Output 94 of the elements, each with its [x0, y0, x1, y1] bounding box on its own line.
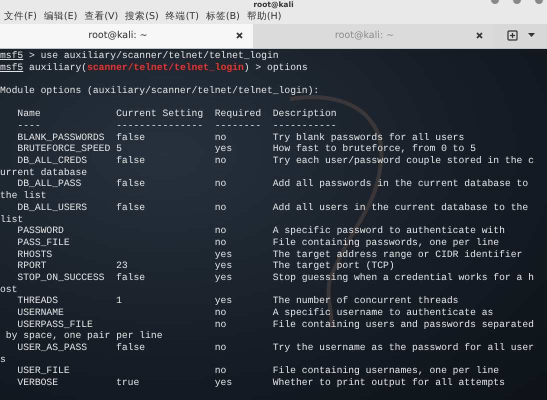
- section-heading: Module options (auxiliary/scanner/telnet/telnet_login):: [0, 84, 320, 97]
- menu-item[interactable]: 终端(T): [166, 10, 199, 24]
- caret-icon[interactable]: [528, 33, 535, 38]
- option-setting: true: [116, 377, 140, 388]
- option-description: Stop guessing when a credential works for a h: [272, 272, 534, 283]
- option-required: no: [214, 132, 226, 143]
- option-required: no: [214, 178, 226, 190]
- option-name: USER_AS_PASS: [17, 342, 88, 354]
- option-name: STOP_ON_SUCCESS: [17, 272, 104, 283]
- menu-item[interactable]: 帮助(H): [246, 10, 282, 24]
- option-setting: 23: [116, 260, 128, 272]
- option-required: yes: [214, 295, 232, 306]
- option-description: File containing users and passwords separated: [272, 318, 534, 330]
- option-name: RHOSTS: [17, 248, 52, 260]
- description-continuation: by space, one pair per line: [4, 330, 163, 342]
- column-header: Required: [214, 108, 262, 120]
- option-description: Whether to print output for all attempts: [272, 377, 505, 388]
- minimize-button[interactable]: [491, 0, 499, 6]
- option-name: BRUTEFORCE_SPEED: [17, 143, 110, 154]
- option-description: The target port (TCP): [272, 260, 395, 272]
- menu-item[interactable]: 标签(B): [206, 10, 240, 24]
- option-description: File containing usernames, one per line: [272, 365, 500, 376]
- option-description: Add all passwords in the current database to: [272, 178, 528, 190]
- option-required: yes: [214, 377, 232, 388]
- description-continuation: the list: [0, 190, 46, 202]
- menu-item[interactable]: 文件(F): [4, 10, 37, 24]
- header-rule: -----------: [272, 120, 337, 132]
- option-name: THREADS: [17, 295, 58, 306]
- new-tab-icon[interactable]: [507, 30, 518, 42]
- option-setting: false: [116, 342, 146, 354]
- column-header: Description: [272, 108, 337, 120]
- option-name: DB_ALL_CREDS: [17, 155, 88, 166]
- description-continuation: list: [0, 214, 24, 226]
- option-name: DB_ALL_PASS: [17, 178, 82, 190]
- header-rule: --------: [214, 120, 262, 132]
- description-continuation: s: [0, 354, 6, 366]
- option-required: no: [214, 225, 226, 236]
- option-required: no: [214, 236, 226, 248]
- option-description: The target address range or CIDR identifier: [272, 248, 522, 260]
- option-description: The number of concurrent threads: [272, 295, 458, 306]
- column-header: Current Setting: [116, 108, 204, 120]
- maximize-button[interactable]: [513, 0, 521, 6]
- option-description: A specific password to authenticate with: [272, 225, 505, 236]
- module-name: scanner/telnet/telnet_login: [87, 62, 244, 74]
- option-description: How fast to bruteforce, from 0 to 5: [272, 143, 476, 154]
- option-name: BLANK_PASSWORDS: [17, 132, 104, 143]
- option-required: no: [214, 202, 226, 213]
- option-setting: false: [116, 202, 146, 213]
- option-name: RPORT: [17, 260, 46, 272]
- option-description: Try each user/password couple stored in the c: [272, 155, 534, 166]
- command-text: > use auxiliary/scanner/telnet/telnet_login: [28, 50, 279, 62]
- description-continuation: urrent database: [0, 166, 88, 178]
- option-required: yes: [214, 260, 232, 272]
- tab[interactable]: root@kali: ~: [0, 24, 253, 48]
- menu-item[interactable]: 查看(V): [84, 10, 118, 24]
- column-header: Name: [17, 108, 41, 120]
- option-name: USERPASS_FILE: [17, 318, 93, 330]
- command-text: ) > options: [244, 62, 308, 74]
- option-description: Try the username as the password for all user: [272, 342, 534, 354]
- option-setting: false: [116, 155, 146, 166]
- option-required: yes: [214, 143, 232, 154]
- option-required: yes: [214, 248, 232, 260]
- option-required: yes: [214, 272, 232, 283]
- option-setting: 5: [116, 143, 122, 154]
- prompt-label: msf5: [0, 50, 24, 62]
- close-icon[interactable]: [476, 32, 483, 40]
- option-setting: false: [116, 272, 146, 283]
- option-setting: false: [116, 178, 146, 190]
- option-description: Add all users in the current database to the: [272, 202, 528, 213]
- option-name: PASS_FILE: [17, 236, 70, 248]
- option-setting: 1: [116, 295, 122, 306]
- option-required: no: [214, 318, 226, 330]
- option-name: USER_FILE: [17, 365, 70, 376]
- option-name: DB_ALL_USERS: [17, 202, 88, 213]
- description-continuation: ost: [0, 284, 18, 296]
- close-icon[interactable]: [236, 32, 243, 40]
- header-rule: ----: [17, 120, 41, 132]
- option-description: File containing passwords, one per line: [272, 236, 500, 248]
- menu-item[interactable]: 编辑(E): [44, 10, 78, 24]
- close-button[interactable]: [535, 0, 543, 6]
- option-required: no: [214, 155, 226, 166]
- option-name: USERNAME: [17, 307, 64, 318]
- header-rule: ---------------: [116, 120, 204, 132]
- menu-item[interactable]: 搜索(S): [125, 10, 159, 24]
- option-required: no: [214, 307, 226, 318]
- option-required: no: [214, 342, 226, 354]
- option-description: A specific username to authenticate as: [272, 307, 494, 318]
- option-required: no: [214, 365, 226, 376]
- prompt-label: msf5: [0, 62, 24, 74]
- option-name: PASSWORD: [17, 225, 64, 236]
- option-name: VERBOSE: [17, 377, 58, 388]
- option-setting: false: [116, 132, 146, 143]
- option-description: Try blank passwords for all users: [272, 132, 464, 143]
- command-text: auxiliary(: [28, 62, 88, 74]
